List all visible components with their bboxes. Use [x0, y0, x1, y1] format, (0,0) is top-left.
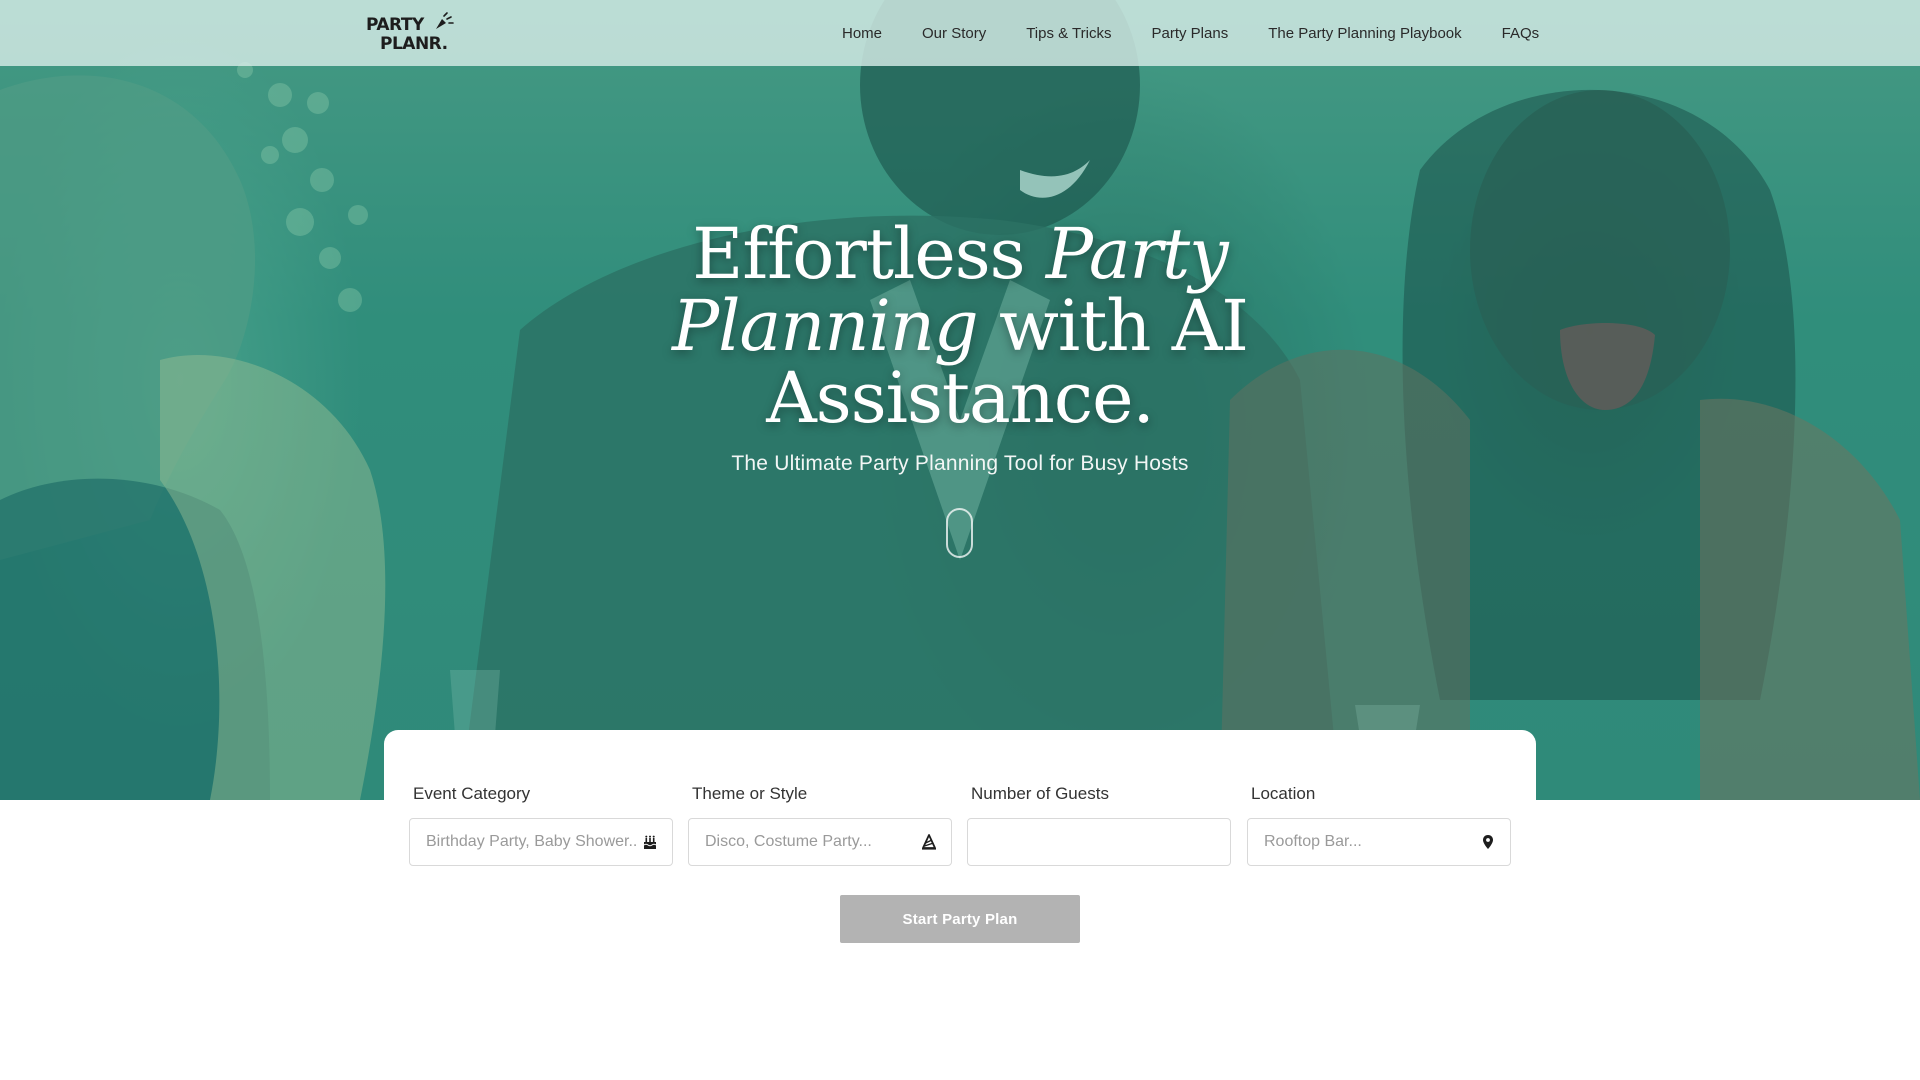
- nav-link-playbook[interactable]: The Party Planning Playbook: [1268, 25, 1461, 42]
- nav-link-tips-tricks[interactable]: Tips & Tricks: [1026, 25, 1111, 42]
- theme-style-field: Theme or Style: [688, 784, 952, 866]
- party-hat-icon: [922, 834, 936, 850]
- location-field: Location: [1247, 784, 1511, 866]
- nav-link-party-plans[interactable]: Party Plans: [1152, 25, 1229, 42]
- event-category-field: Event Category: [409, 784, 673, 866]
- event-category-box[interactable]: [409, 818, 673, 866]
- guest-count-box[interactable]: [967, 818, 1231, 866]
- nav-link-faqs[interactable]: FAQs: [1502, 25, 1540, 42]
- cake-icon: [643, 835, 657, 849]
- scroll-down-indicator[interactable]: [946, 508, 973, 558]
- location-box[interactable]: [1247, 818, 1511, 866]
- start-party-plan-button[interactable]: Start Party Plan: [840, 895, 1080, 943]
- location-input[interactable]: [1264, 833, 1474, 851]
- guest-count-label: Number of Guests: [971, 784, 1109, 803]
- hero-headline: Effortless Party Planning with AI Assist…: [560, 218, 1360, 434]
- event-category-label: Event Category: [413, 784, 531, 803]
- party-plan-form: Event Category Theme or Style Numbe: [384, 730, 1536, 980]
- nav-links: Home Our Story Tips & Tricks Party Plans…: [842, 0, 1539, 66]
- hero-section: PARTY PLANR. Home Our Story Tips & Trick…: [0, 0, 1920, 800]
- event-category-input[interactable]: [426, 833, 636, 851]
- guest-count-input[interactable]: [984, 833, 1216, 851]
- hero-subtitle: The Ultimate Party Planning Tool for Bus…: [731, 452, 1189, 475]
- nav-link-our-story[interactable]: Our Story: [922, 25, 986, 42]
- top-navigation: PARTY PLANR. Home Our Story Tips & Trick…: [0, 0, 1920, 66]
- map-pin-icon: [1483, 835, 1493, 849]
- theme-style-input[interactable]: [705, 833, 915, 851]
- location-label: Location: [1251, 784, 1316, 803]
- brand-logo[interactable]: PARTY PLANR.: [366, 12, 454, 54]
- theme-style-box[interactable]: [688, 818, 952, 866]
- logo-text-line2: PLANR.: [380, 34, 448, 54]
- headline-part1: Effortless: [692, 213, 1046, 295]
- logo-text-line1: PARTY: [366, 15, 424, 35]
- nav-link-home[interactable]: Home: [842, 25, 882, 42]
- theme-style-label: Theme or Style: [692, 784, 808, 803]
- guest-count-field: Number of Guests: [967, 784, 1231, 866]
- confetti-icon: [436, 12, 454, 29]
